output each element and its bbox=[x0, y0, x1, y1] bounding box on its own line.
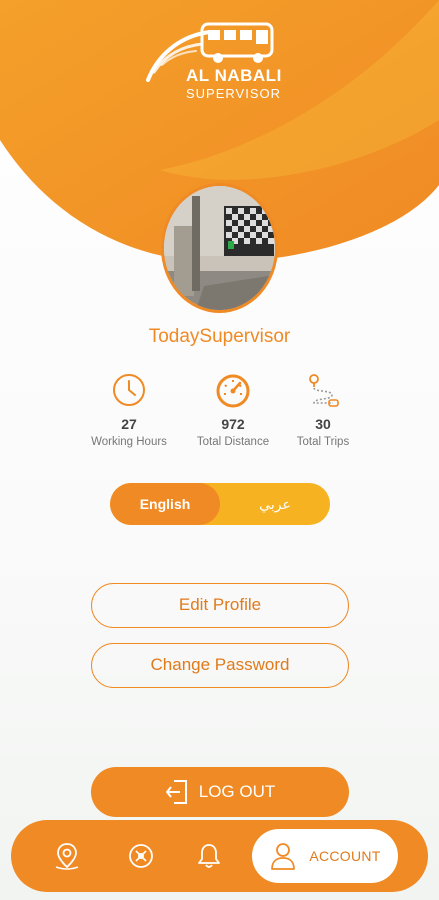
stat-value: 30 bbox=[315, 416, 331, 432]
nav-account-label: ACCOUNT bbox=[309, 848, 381, 864]
avatar[interactable] bbox=[161, 183, 278, 313]
brand-subtitle: SUPERVISOR bbox=[186, 86, 282, 101]
map-pin-icon[interactable] bbox=[51, 840, 83, 872]
language-english-option[interactable]: English bbox=[110, 483, 220, 525]
logout-label: LOG OUT bbox=[198, 782, 276, 801]
stat-total-trips: 30 Total Trips bbox=[268, 372, 378, 448]
route-icon bbox=[309, 374, 339, 407]
stat-label: Working Hours bbox=[91, 436, 167, 448]
language-toggle: English عربي bbox=[110, 483, 330, 525]
bottom-nav: ACCOUNT bbox=[11, 820, 428, 892]
brand-title: AL NABALI bbox=[186, 66, 282, 85]
clock-icon bbox=[113, 374, 145, 406]
bus-stop-icon[interactable] bbox=[125, 840, 157, 872]
bell-icon[interactable] bbox=[193, 840, 225, 872]
user-icon bbox=[271, 843, 296, 870]
stat-working-hours: 27 Working Hours bbox=[74, 372, 184, 448]
change-password-button[interactable]: Change Password bbox=[91, 643, 349, 688]
username: TodaySupervisor bbox=[148, 326, 291, 347]
speedometer-icon bbox=[216, 374, 250, 408]
logout-icon bbox=[165, 780, 187, 804]
nav-account-tab[interactable]: ACCOUNT bbox=[252, 829, 398, 883]
language-arabic-option[interactable]: عربي bbox=[220, 483, 330, 525]
stat-value: 27 bbox=[121, 416, 137, 432]
stat-label: Total Trips bbox=[296, 436, 350, 448]
account-screen: AL NABALI SUPERVISOR TodaySupervisor 27 … bbox=[0, 0, 439, 900]
logout-button[interactable]: LOG OUT bbox=[91, 767, 349, 817]
edit-profile-button[interactable]: Edit Profile bbox=[91, 583, 349, 628]
avatar-photo bbox=[164, 186, 275, 310]
